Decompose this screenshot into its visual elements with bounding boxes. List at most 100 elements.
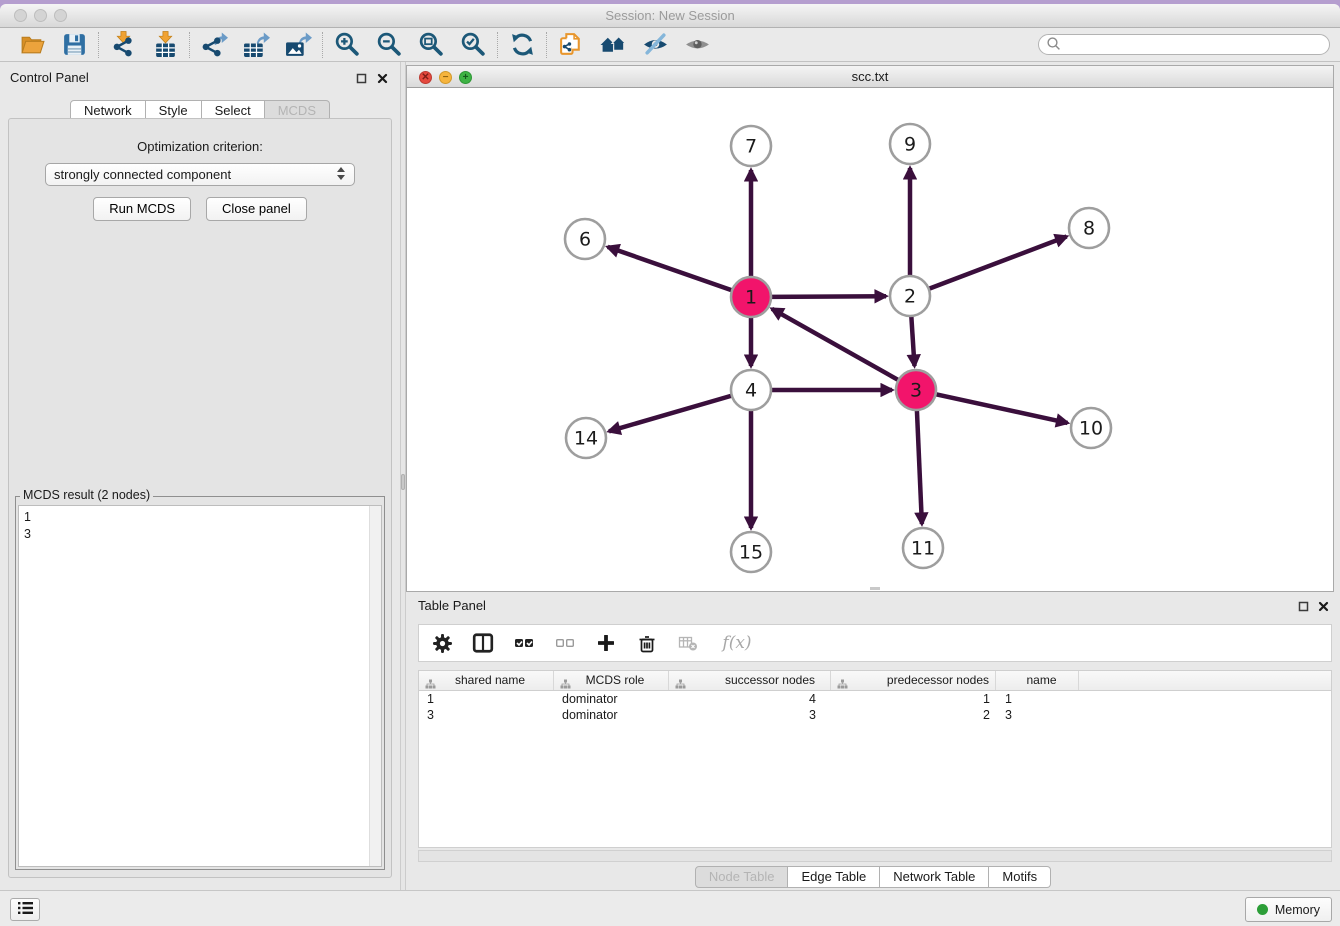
table-cell[interactable]: 3: [669, 707, 831, 723]
table-row[interactable]: 1dominator411: [419, 691, 1331, 707]
run-mcds-button[interactable]: Run MCDS: [93, 197, 191, 221]
graph-node-label: 6: [579, 229, 591, 251]
graph-edge-1-2[interactable]: [771, 296, 886, 297]
main-toolbar: [0, 28, 1340, 62]
control-panel-header: Control Panel: [0, 62, 400, 92]
hide-selected-icon[interactable]: [641, 31, 669, 59]
graph-node-3[interactable]: 3: [896, 370, 936, 410]
graph-edge-3-11[interactable]: [917, 410, 922, 524]
graph-node-label: 15: [739, 542, 763, 564]
canvas-resize-handle[interactable]: [870, 587, 880, 590]
tab-motifs[interactable]: Motifs: [989, 866, 1051, 888]
graph-node-11[interactable]: 11: [903, 528, 943, 568]
mcds-result-area[interactable]: 1 3: [18, 505, 382, 867]
toolbar-group: [99, 31, 189, 59]
table-header-row: shared nameMCDS rolesuccessor nodesprede…: [419, 671, 1331, 691]
search-box[interactable]: [1038, 34, 1330, 55]
toolbar-group: [547, 31, 721, 59]
float-table-panel-icon[interactable]: [1296, 599, 1310, 613]
window-titlebar: Session: New Session: [0, 4, 1340, 28]
tab-node-table[interactable]: Node Table: [695, 866, 789, 888]
import-table-icon[interactable]: [151, 31, 179, 59]
export-network-icon[interactable]: [200, 31, 228, 59]
import-network-icon[interactable]: [109, 31, 137, 59]
table-cell[interactable]: 1: [419, 691, 554, 707]
zoom-fit-icon[interactable]: [417, 31, 445, 59]
export-table-icon[interactable]: [242, 31, 270, 59]
graph-edge-3-10[interactable]: [936, 394, 1068, 423]
close-panel-icon[interactable]: [375, 71, 389, 85]
memory-button[interactable]: Memory: [1245, 897, 1332, 922]
graph-node-label: 3: [910, 380, 922, 402]
graph-edge-4-14[interactable]: [609, 396, 732, 432]
table-cell[interactable]: 1: [996, 691, 1079, 707]
table-row[interactable]: 3dominator323: [419, 707, 1331, 723]
graph-node-7[interactable]: 7: [731, 126, 771, 166]
column-header-predecessor-nodes[interactable]: predecessor nodes: [831, 671, 996, 690]
control-panel-title: Control Panel: [10, 70, 89, 85]
graph-edge-2-3[interactable]: [911, 316, 914, 366]
refresh-network-icon[interactable]: [508, 31, 536, 59]
zoom-selected-icon[interactable]: [459, 31, 487, 59]
table-cell[interactable]: 3: [419, 707, 554, 723]
delete-row-icon[interactable]: [636, 632, 658, 654]
graph-node-6[interactable]: 6: [565, 219, 605, 259]
split-columns-icon[interactable]: [472, 632, 494, 654]
float-panel-icon[interactable]: [354, 71, 368, 85]
network-canvas[interactable]: 7 9 6 8 1 2 4 3 14 10 15 11: [406, 88, 1334, 592]
task-history-button[interactable]: [10, 898, 40, 921]
tab-edge-table[interactable]: Edge Table: [788, 866, 880, 888]
tab-network-table[interactable]: Network Table: [880, 866, 989, 888]
mcds-result-scrollbar[interactable]: [369, 506, 381, 866]
graph-node-1[interactable]: 1: [731, 277, 771, 317]
hierarchy-icon: [560, 676, 571, 695]
table-panel: Table Panel f(x) shared nameMCDS rolesuc…: [406, 592, 1340, 890]
hierarchy-icon: [675, 676, 686, 695]
optimization-criterion-select[interactable]: strongly connected component: [45, 163, 355, 186]
column-header-successor-nodes[interactable]: successor nodes: [669, 671, 831, 690]
close-table-panel-icon[interactable]: [1316, 599, 1330, 613]
table-cell[interactable]: 4: [669, 691, 831, 707]
hierarchy-icon: [425, 676, 436, 695]
node-table[interactable]: shared nameMCDS rolesuccessor nodesprede…: [418, 670, 1332, 848]
graph-node-8[interactable]: 8: [1069, 208, 1109, 248]
graph-node-9[interactable]: 9: [890, 124, 930, 164]
table-cell[interactable]: dominator: [554, 691, 669, 707]
close-panel-button[interactable]: Close panel: [206, 197, 307, 221]
graph-node-14[interactable]: 14: [566, 418, 606, 458]
workspace-area: ✕ − + scc.txt 7968124314101511 Table Pan…: [406, 62, 1340, 890]
copy-network-icon[interactable]: [557, 31, 585, 59]
deselect-all-checks-icon[interactable]: [554, 632, 576, 654]
graph-edge-3-1[interactable]: [772, 309, 899, 380]
graph-edge-1-6[interactable]: [608, 247, 732, 291]
add-row-icon[interactable]: [595, 632, 617, 654]
table-hscrollbar[interactable]: [418, 850, 1332, 862]
column-header-MCDS-role[interactable]: MCDS role: [554, 671, 669, 690]
graph-edge-2-8[interactable]: [929, 237, 1067, 289]
column-header-name[interactable]: name: [996, 671, 1079, 690]
graph-node-10[interactable]: 10: [1071, 408, 1111, 448]
graph-node-15[interactable]: 15: [731, 532, 771, 572]
gear-icon[interactable]: [431, 632, 453, 654]
splitter-handle[interactable]: [401, 474, 405, 490]
table-cell[interactable]: dominator: [554, 707, 669, 723]
zoom-out-icon[interactable]: [375, 31, 403, 59]
table-toolbar: f(x): [418, 624, 1332, 662]
search-input[interactable]: [1065, 36, 1329, 53]
export-image-icon[interactable]: [284, 31, 312, 59]
table-cell[interactable]: 1: [831, 691, 996, 707]
show-all-icon[interactable]: [683, 31, 711, 59]
graph-node-label: 1: [745, 287, 757, 309]
graph-node-4[interactable]: 4: [731, 370, 771, 410]
home-view-icon[interactable]: [599, 31, 627, 59]
select-all-checks-icon[interactable]: [513, 632, 535, 654]
graph-node-label: 7: [745, 136, 757, 158]
save-session-icon[interactable]: [60, 31, 88, 59]
table-cell[interactable]: 2: [831, 707, 996, 723]
open-session-icon[interactable]: [18, 31, 46, 59]
zoom-in-icon[interactable]: [333, 31, 361, 59]
column-header-shared-name[interactable]: shared name: [419, 671, 554, 690]
graph-node-2[interactable]: 2: [890, 276, 930, 316]
memory-status-icon: [1257, 904, 1268, 915]
table-cell[interactable]: 3: [996, 707, 1079, 723]
